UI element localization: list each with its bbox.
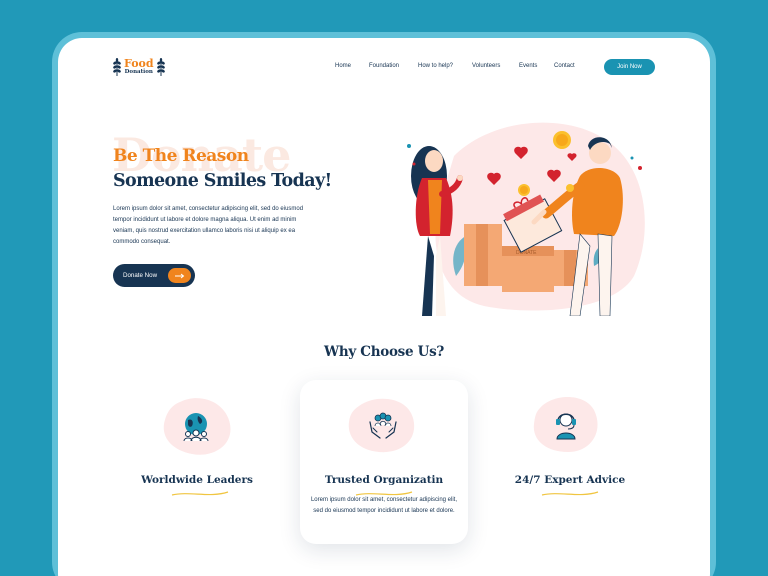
feature-title-expert: 24/7 Expert Advice xyxy=(514,474,626,486)
box-label: DONATE xyxy=(516,250,537,256)
feature-title-trusted: Trusted Organizatin xyxy=(324,474,444,486)
landing-page: Food Donation Home Foundation How to hel… xyxy=(58,38,710,576)
wheat-right-icon xyxy=(156,58,165,76)
donation-illustration: DONATE xyxy=(407,122,645,316)
hands-people-icon xyxy=(369,412,397,439)
wheat-left-icon xyxy=(113,58,121,76)
nav-how-to-help[interactable]: How to help? xyxy=(418,63,453,69)
join-now-button[interactable]: Join Now xyxy=(604,59,655,75)
logo[interactable]: Food Donation xyxy=(112,57,166,77)
feature-underline-3 xyxy=(541,491,599,496)
hero-headline: Someone Smiles Today! xyxy=(113,171,332,191)
globe-people-icon xyxy=(183,413,209,442)
nav-contact[interactable]: Contact xyxy=(554,63,575,69)
hero-description: Lorem ipsum dolor sit amet, consectetur … xyxy=(113,206,304,245)
arrow-right-icon xyxy=(168,268,191,283)
headset-support-icon xyxy=(556,413,576,440)
feature-description-trusted: Lorem ipsum dolor sit amet, consectetur … xyxy=(310,497,458,514)
nav-events[interactable]: Events xyxy=(519,63,537,69)
nav-foundation[interactable]: Foundation xyxy=(369,63,399,69)
donate-now-label: Donate Now xyxy=(123,272,158,279)
nav-volunteers[interactable]: Volunteers xyxy=(472,63,500,69)
logo-title: Food xyxy=(124,57,154,71)
logo-subtitle: Donation xyxy=(124,69,153,76)
feature-title-worldwide: Worldwide Leaders xyxy=(141,474,253,486)
hero-headline-accent: Be The Reason xyxy=(113,146,249,166)
donate-now-button[interactable]: Donate Now xyxy=(113,264,195,287)
nav-home[interactable]: Home xyxy=(335,63,351,69)
why-choose-us-title: Why Choose Us? xyxy=(323,344,445,360)
feature-underline-1 xyxy=(171,491,229,496)
